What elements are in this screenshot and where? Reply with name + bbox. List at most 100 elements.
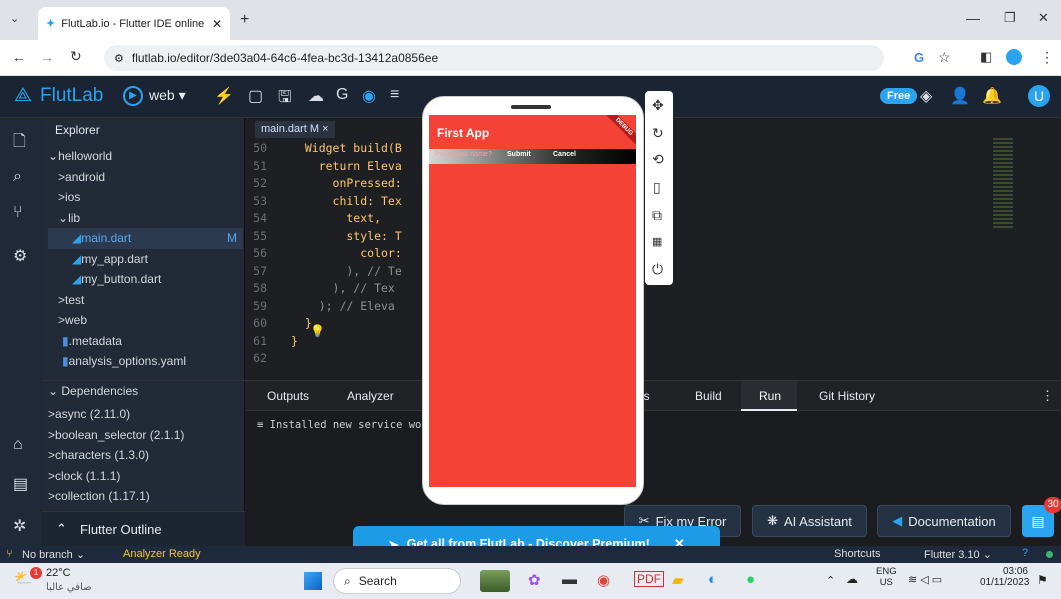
tab-git-history[interactable]: Git History <box>819 389 875 403</box>
tree-item[interactable]: ⌄ lib <box>48 208 243 229</box>
hot-reload-icon[interactable]: ⚡ <box>214 86 234 106</box>
edge-icon[interactable]: ◐ <box>708 571 717 588</box>
open-external-icon[interactable]: ⧉ <box>652 207 662 224</box>
tray-chevron-icon[interactable]: ⌃ <box>826 574 835 587</box>
dependency-item[interactable]: > collection (1.17.1) <box>48 486 243 507</box>
browser-tab[interactable]: ✦ FlutLab.io - Flutter IDE online ✕ <box>38 7 230 40</box>
files-icon[interactable]: 🗋 <box>13 130 26 157</box>
layers-icon[interactable]: ◈ <box>920 86 932 106</box>
target-selector[interactable]: web ▾ <box>149 87 186 104</box>
notification-bell-icon[interactable]: 🔔 <box>982 86 1002 106</box>
save-icon[interactable]: 🖫 <box>278 86 292 113</box>
app-bar-title: First App <box>437 126 490 140</box>
editor-tab[interactable]: main.dart M × <box>255 121 335 138</box>
close-tab-icon[interactable]: ✕ <box>212 17 222 31</box>
tree-item[interactable]: > web <box>48 310 243 331</box>
device-icon[interactable]: ▯ <box>653 179 661 196</box>
source-control-icon[interactable]: ⑂ <box>13 204 23 222</box>
google-icon[interactable]: G <box>336 86 348 104</box>
tab-outputs[interactable]: Outputs <box>267 389 309 403</box>
cloud-icon[interactable]: ☁ <box>308 86 324 106</box>
name-input[interactable]: Put in your name? <box>435 151 492 158</box>
add-user-icon[interactable]: 👤 <box>950 86 970 106</box>
tree-item[interactable]: > test <box>48 290 243 311</box>
branch-selector[interactable]: No branch ⌄ <box>22 548 85 561</box>
debug-icon[interactable]: ✲ <box>13 516 26 536</box>
restore-icon[interactable]: ❐ <box>1004 10 1016 26</box>
media-icon[interactable]: ▬ <box>562 571 577 588</box>
dependency-item[interactable]: > boolean_selector (2.1.1) <box>48 425 243 446</box>
submit-button[interactable]: Submit <box>507 151 531 158</box>
reload-icon[interactable]: ↻ <box>70 48 82 65</box>
notification-center-icon[interactable]: ⚑ <box>1037 573 1048 587</box>
rotate-icon[interactable]: ↻ <box>652 125 664 142</box>
url-field[interactable]: ⚙ flutlab.io/editor/3de03a04-64c6-4fea-b… <box>104 45 884 71</box>
pdf-icon[interactable]: PDF <box>634 571 664 587</box>
profile-avatar[interactable] <box>1006 49 1022 65</box>
dependency-item[interactable]: > characters (1.3.0) <box>48 445 243 466</box>
close-window-icon[interactable]: ✕ <box>1038 10 1049 26</box>
stop-icon[interactable]: ▢ <box>248 86 263 106</box>
tree-item[interactable]: ◢ my_app.dart <box>48 249 243 270</box>
back-icon[interactable]: ← <box>12 49 26 65</box>
shortcuts-link[interactable]: Shortcuts <box>834 548 880 560</box>
cancel-button[interactable]: Cancel <box>553 151 576 158</box>
whatsapp-icon[interactable]: ● <box>746 571 755 588</box>
qr-code-icon[interactable]: ▦ <box>652 235 662 248</box>
run-icon[interactable]: ▶ <box>123 86 143 106</box>
ai-assistant-button[interactable]: ❋ AI Assistant <box>752 505 867 537</box>
user-avatar[interactable]: U <box>1028 85 1050 107</box>
tree-item[interactable]: > android <box>48 167 243 188</box>
windows-start-icon[interactable] <box>304 572 322 590</box>
bookmark-star-icon[interactable]: ☆ <box>938 49 951 66</box>
google-icon[interactable]: G <box>914 50 924 65</box>
dependencies-header[interactable]: ⌄ Dependencies <box>48 384 138 398</box>
search-icon[interactable]: ⌕ <box>13 168 22 186</box>
dependency-item[interactable]: > clock (1.1.1) <box>48 466 243 487</box>
wifi-sound-battery-icon[interactable]: ≋ ◁ ▭ <box>908 573 942 586</box>
menu-dots-icon[interactable]: ⋮ <box>1040 49 1054 66</box>
flutter-outline-header[interactable]: ⌃ Flutter Outline <box>42 511 245 546</box>
taskbar-search[interactable]: ⌕ Search <box>333 568 461 594</box>
screen-rotation-icon[interactable]: ⟲ <box>652 151 664 168</box>
move-icon[interactable]: ✥ <box>652 97 664 114</box>
settings-gear-icon[interactable]: ⚙ <box>13 246 27 266</box>
documentation-button[interactable]: ◀ Documentation <box>877 505 1011 537</box>
clock[interactable]: 03:06 01/11/2023 <box>980 566 1029 588</box>
input-row: Put in your name? Submit Cancel <box>429 149 636 164</box>
file-explorer-icon[interactable]: ▰ <box>672 571 684 589</box>
target-circle-icon[interactable]: ◉ <box>362 86 376 106</box>
tree-item[interactable]: ⌄ helloworld <box>48 146 243 167</box>
tab-run-active[interactable]: Run <box>741 381 797 411</box>
tree-item[interactable]: ▮ analysis_options.yaml <box>48 351 243 372</box>
minimap[interactable] <box>993 138 1013 228</box>
terminal-icon[interactable]: ▤ <box>13 474 28 494</box>
panel-menu-icon[interactable]: ⋮ <box>1041 388 1054 404</box>
tree-item[interactable]: > ios <box>48 187 243 208</box>
tab-analyzer[interactable]: Analyzer <box>347 389 394 403</box>
menu-icon[interactable]: ≡ <box>390 86 399 104</box>
dependency-item[interactable]: > async (2.11.0) <box>48 404 243 425</box>
new-tab-icon[interactable]: + <box>240 11 249 29</box>
tree-item[interactable]: ◢ main.dart M <box>48 228 243 249</box>
power-icon[interactable]: ⏻ <box>652 261 663 278</box>
app-icon[interactable]: ✿ <box>528 571 541 589</box>
minimize-icon[interactable]: — <box>966 10 980 26</box>
home-icon[interactable]: ⌂ <box>13 436 23 454</box>
forward-icon[interactable]: → <box>40 49 54 65</box>
tree-item[interactable]: ▮ .metadata <box>48 331 243 352</box>
tree-item[interactable]: ◢ my_button.dart <box>48 269 243 290</box>
tab-list-dropdown-icon[interactable]: ⌄ <box>10 12 19 25</box>
site-info-icon[interactable]: ⚙ <box>114 52 124 65</box>
flutter-version-selector[interactable]: Flutter 3.10 ⌄ <box>924 548 992 561</box>
side-panel-icon[interactable]: ◧ <box>980 49 992 65</box>
widgets-image-icon[interactable] <box>480 570 510 592</box>
chrome-icon[interactable]: ◉ <box>597 571 610 589</box>
language-indicator[interactable]: ENG US <box>876 566 897 588</box>
cloud-tray-icon[interactable]: ☁ <box>846 572 858 586</box>
help-icon[interactable]: ? <box>1022 547 1028 559</box>
lightbulb-icon[interactable]: 💡 <box>310 324 325 338</box>
phone-screen[interactable]: First App DEBUG Put in your name? Submit… <box>429 115 636 487</box>
tab-build[interactable]: Build <box>695 389 722 403</box>
free-badge[interactable]: Free <box>880 88 918 104</box>
